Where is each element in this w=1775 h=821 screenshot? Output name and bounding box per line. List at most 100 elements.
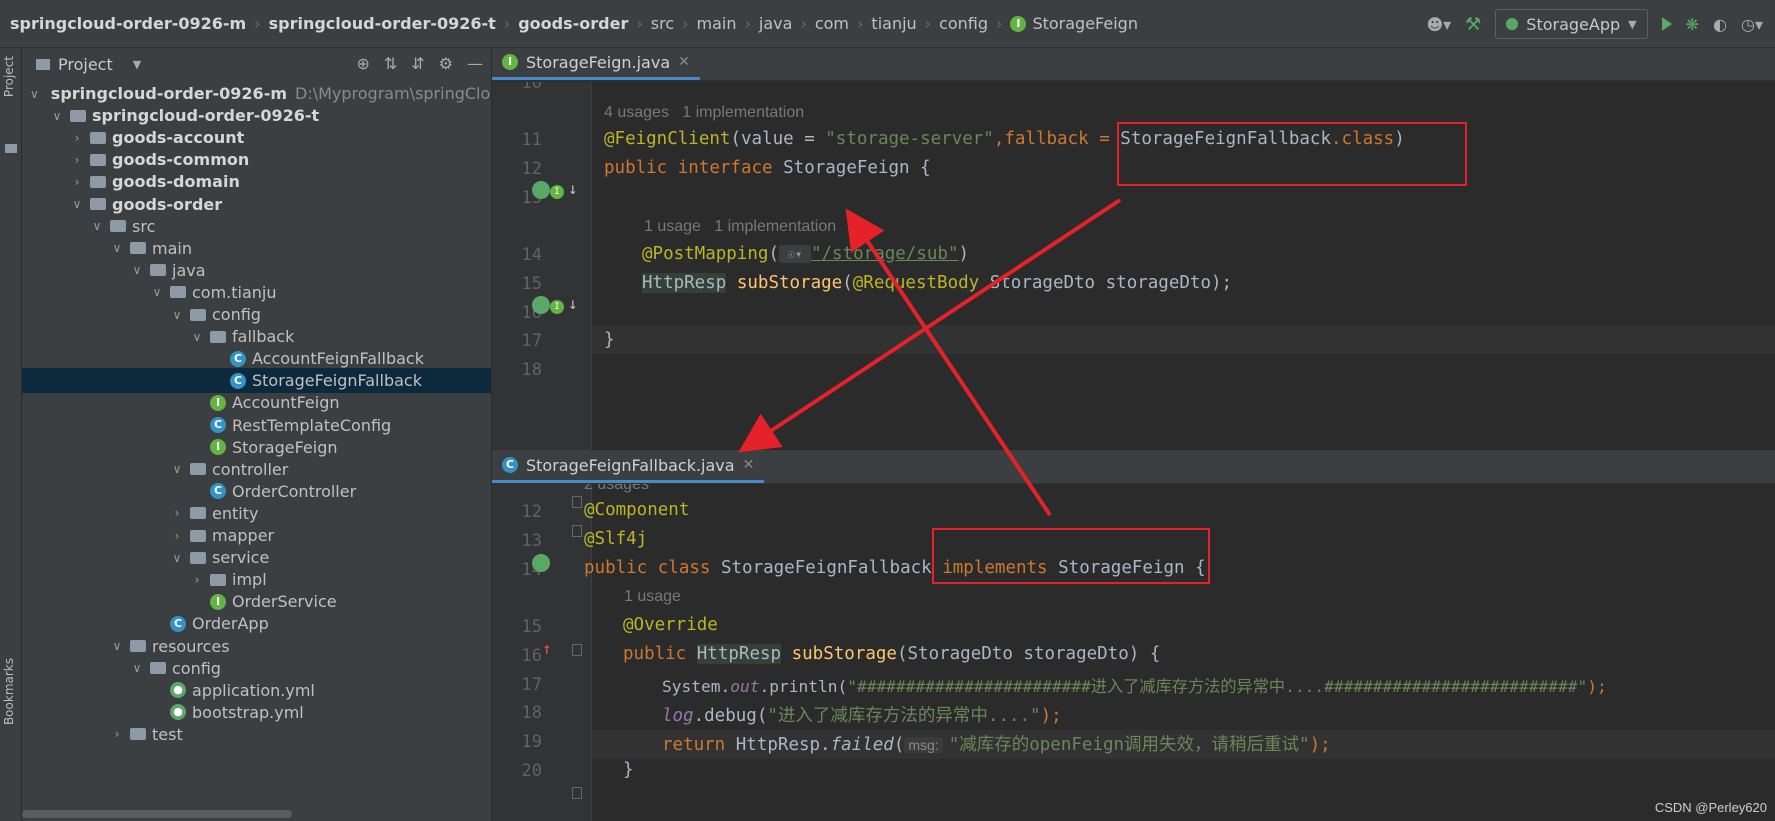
- chevron-down-icon[interactable]: ∨: [190, 330, 204, 344]
- chevron-down-icon[interactable]: ∨: [170, 551, 184, 565]
- chevron-down-icon[interactable]: ∨: [110, 241, 124, 255]
- spring-bean-icon[interactable]: [532, 181, 550, 199]
- coverage-icon[interactable]: ◐: [1713, 15, 1727, 34]
- line-number[interactable]: 11: [492, 130, 542, 150]
- usages-hint[interactable]: 2 usages: [584, 484, 649, 494]
- run-configuration-select[interactable]: StorageApp ▼: [1495, 9, 1648, 39]
- code-line-12: public interface StorageFeign {: [604, 158, 931, 178]
- chevron-right-icon[interactable]: ›: [190, 573, 204, 587]
- fold-icon[interactable]: [572, 787, 582, 799]
- override-arrow-icon[interactable]: ↑: [542, 639, 552, 658]
- usages-hint[interactable]: 4 usages 1 implementation: [604, 104, 804, 122]
- fold-icon[interactable]: [572, 496, 582, 508]
- chevron-down-icon[interactable]: ∨: [70, 197, 84, 211]
- line-number[interactable]: 18: [492, 360, 542, 380]
- editor-tabs-top: I StorageFeign.java ✕: [492, 48, 1775, 81]
- breadcrumb-item[interactable]: config: [939, 14, 988, 33]
- chevron-down-icon[interactable]: ∨: [130, 263, 144, 277]
- breadcrumb-item[interactable]: StorageFeign: [1032, 14, 1138, 33]
- minimize-icon[interactable]: —: [467, 54, 483, 73]
- line-number[interactable]: 19: [492, 732, 542, 752]
- fold-icon[interactable]: [572, 525, 582, 537]
- spring-bean-icon[interactable]: [532, 554, 550, 572]
- close-icon[interactable]: ✕: [743, 457, 755, 473]
- chevron-right-icon[interactable]: ›: [70, 131, 84, 145]
- code-token: .debug(: [693, 706, 768, 726]
- run-icon[interactable]: [1661, 17, 1672, 31]
- line-number[interactable]: 17: [492, 331, 542, 351]
- tree-item-label: AccountFeignFallback: [252, 349, 424, 369]
- line-number[interactable]: 12: [492, 502, 542, 522]
- line-number[interactable]: 17: [492, 675, 542, 695]
- profile-icon[interactable]: ◷▾: [1741, 15, 1763, 34]
- chevron-down-icon[interactable]: ∨: [150, 285, 164, 299]
- breadcrumb-item[interactable]: goods-order: [518, 14, 628, 33]
- expand-all-icon[interactable]: ⇅: [384, 54, 397, 73]
- tab-storagefeign-java[interactable]: I StorageFeign.java ✕: [492, 47, 700, 80]
- bookmarks-tool-tab[interactable]: Bookmarks: [2, 658, 16, 725]
- class-name: StorageFeignFallback: [720, 558, 943, 578]
- user-icon[interactable]: ☻▾: [1426, 15, 1451, 34]
- breadcrumb-item[interactable]: springcloud-order-0926-t: [269, 14, 496, 33]
- folder-icon: [130, 728, 146, 741]
- code-line-17: System.out.println("####################…: [662, 673, 1607, 697]
- line-number[interactable]: 16: [492, 646, 542, 666]
- line-number[interactable]: 20: [492, 761, 542, 781]
- debug-icon[interactable]: ❋: [1686, 15, 1699, 34]
- spring-bean-icon[interactable]: [532, 296, 550, 314]
- locate-icon[interactable]: ⊕: [356, 54, 369, 73]
- usages-hint[interactable]: 1 usage 1 implementation: [644, 218, 836, 236]
- chevron-right-icon[interactable]: ›: [70, 175, 84, 189]
- breadcrumb-item[interactable]: springcloud-order-0926-m: [10, 14, 246, 33]
- chevron-down-icon[interactable]: ∨: [130, 661, 144, 675]
- chevron-right-icon[interactable]: ›: [170, 506, 184, 520]
- chevron-down-icon[interactable]: ∨: [90, 219, 104, 233]
- tree-item-label: springcloud-order-0926-t: [92, 106, 320, 126]
- breadcrumb: springcloud-order-0926-m › springcloud-ord…: [0, 14, 1138, 33]
- breadcrumb-separator: ›: [857, 14, 864, 33]
- fold-icon[interactable]: [572, 644, 582, 656]
- line-number[interactable]: 13: [492, 531, 542, 551]
- implemented-icon[interactable]: I: [550, 185, 564, 199]
- tree-item[interactable]: › test: [22, 722, 491, 747]
- chevron-right-icon[interactable]: ›: [110, 727, 124, 741]
- class-icon: C: [230, 350, 246, 367]
- gear-icon[interactable]: ⚙: [439, 54, 453, 73]
- arrow-down-icon[interactable]: ↓: [568, 294, 578, 313]
- code-line-16: public HttpResp subStorage(StorageDto st…: [623, 644, 1160, 664]
- chevron-down-icon[interactable]: ∨: [50, 109, 64, 123]
- chevron-down-icon[interactable]: ∨: [170, 462, 184, 476]
- chevron-down-icon[interactable]: ▼: [133, 58, 141, 71]
- close-icon[interactable]: ✕: [678, 54, 690, 70]
- tab-storagefeignfallback-java[interactable]: C StorageFeignFallback.java ✕: [492, 450, 765, 483]
- module-icon: [90, 153, 106, 166]
- chevron-down-icon[interactable]: ∨: [170, 308, 184, 322]
- implemented-icon[interactable]: I: [550, 300, 564, 314]
- line-number[interactable]: 12: [492, 159, 542, 179]
- breadcrumb-item[interactable]: main: [697, 14, 737, 33]
- project-panel-title[interactable]: Project: [58, 55, 113, 74]
- line-number[interactable]: 15: [492, 617, 542, 637]
- line-number[interactable]: 14: [492, 245, 542, 265]
- line-number[interactable]: 18: [492, 703, 542, 723]
- collapse-all-icon[interactable]: ⇵: [411, 54, 424, 73]
- tree-item-label: controller: [212, 459, 289, 479]
- code-keyword: return: [662, 735, 736, 755]
- chevron-right-icon[interactable]: ›: [170, 529, 184, 543]
- line-number[interactable]: 10: [492, 82, 542, 93]
- breadcrumb-item[interactable]: java: [759, 14, 793, 33]
- horizontal-scrollbar[interactable]: [22, 810, 292, 818]
- chevron-down-icon[interactable]: ∨: [110, 639, 124, 653]
- globe-icon[interactable]: ☉▾: [778, 245, 811, 263]
- annotation-component: @Component: [584, 500, 690, 520]
- arrow-down-icon[interactable]: ↓: [568, 179, 578, 198]
- chevron-right-icon[interactable]: ›: [70, 153, 84, 167]
- usages-hint[interactable]: 1 usage: [624, 588, 681, 606]
- breadcrumb-item[interactable]: tianju: [871, 14, 916, 33]
- line-number[interactable]: 15: [492, 274, 542, 294]
- chevron-down-icon[interactable]: ∨: [30, 87, 39, 101]
- project-tool-tab[interactable]: Project: [2, 56, 16, 97]
- breadcrumb-item[interactable]: src: [651, 14, 674, 33]
- breadcrumb-item[interactable]: com: [815, 14, 849, 33]
- build-hammer-icon[interactable]: ⚒: [1465, 14, 1481, 35]
